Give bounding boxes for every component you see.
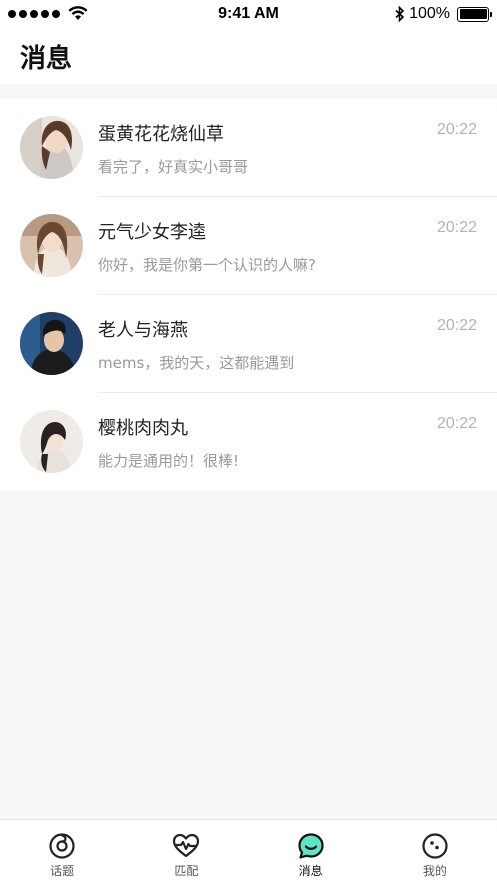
chat-bubble-icon	[298, 833, 324, 859]
contact-name: 元气少女李逵	[98, 222, 206, 243]
woman-avatar-3[interactable]	[20, 410, 83, 473]
message-item[interactable]: 元气少女李逵 20:22 你好，我是你第一个认识的人嘛?	[0, 197, 497, 295]
header: 消息	[0, 30, 497, 84]
message-preview: 看完了，好真实小哥哥	[98, 158, 249, 176]
tab-match[interactable]: 匹配	[124, 820, 248, 883]
tab-label: 匹配	[174, 864, 199, 878]
message-time: 20:22	[436, 317, 477, 334]
heartbeat-icon	[173, 833, 200, 858]
tab-bar: 话题 匹配 消息 我的	[0, 819, 497, 883]
tab-label: 消息	[298, 864, 323, 878]
message-preview: 你好，我是你第一个认识的人嘛?	[98, 256, 316, 274]
message-item[interactable]: 蛋黄花花烧仙草 20:22 看完了，好真实小哥哥	[0, 99, 497, 197]
bluetooth-icon	[395, 6, 405, 22]
page-title: 消息	[20, 44, 73, 74]
status-bar: 9:41 AM 100%	[0, 0, 497, 30]
message-time: 20:22	[436, 415, 477, 432]
tab-topic[interactable]: 话题	[0, 820, 124, 883]
contact-name: 樱桃肉肉丸	[98, 418, 188, 439]
tab-label: 话题	[50, 864, 75, 878]
tab-profile[interactable]: 我的	[373, 820, 497, 883]
profile-face-icon	[422, 833, 448, 859]
status-right: 100%	[395, 5, 492, 23]
battery-percent: 100%	[409, 5, 450, 22]
message-time: 20:22	[436, 121, 477, 138]
battery-icon	[457, 6, 492, 22]
message-time: 20:22	[436, 219, 477, 236]
message-item[interactable]: 老人与海燕 20:22 mems，我的天，这都能遇到	[0, 295, 497, 393]
message-item[interactable]: 樱桃肉肉丸 20:22 能力是通用的！很棒!	[0, 393, 497, 491]
woman-avatar-2[interactable]	[20, 214, 83, 277]
message-preview: mems，我的天，这都能遇到	[98, 354, 295, 372]
woman-avatar-1[interactable]	[20, 116, 83, 179]
tab-messages[interactable]: 消息	[249, 820, 373, 883]
topic-icon	[49, 833, 75, 859]
message-preview: 能力是通用的！很棒!	[98, 452, 240, 470]
contact-name: 蛋黄花花烧仙草	[98, 124, 224, 145]
man-avatar[interactable]	[20, 312, 83, 375]
tab-label: 我的	[422, 864, 447, 878]
message-list: 蛋黄花花烧仙草 20:22 看完了，好真实小哥哥 元气少女李逵 20:22 你好…	[0, 99, 497, 491]
contact-name: 老人与海燕	[98, 320, 188, 341]
